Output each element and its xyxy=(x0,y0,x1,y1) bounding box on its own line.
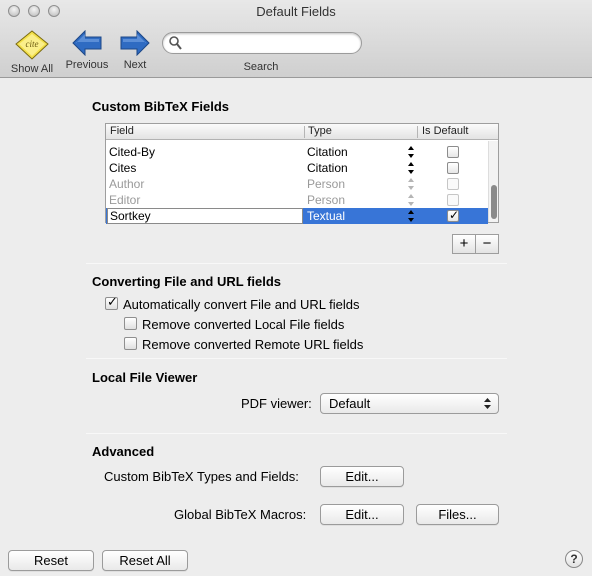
pdf-viewer-label: PDF viewer: xyxy=(241,396,312,411)
popup-arrows-icon xyxy=(484,398,491,409)
macros-label: Global BibTeX Macros: xyxy=(174,507,307,522)
table-row-selected[interactable]: Sortkey Textual xyxy=(106,208,488,224)
add-field-button[interactable]: + xyxy=(452,234,476,254)
help-button[interactable]: ? xyxy=(565,550,583,568)
show-all-label: Show All xyxy=(10,63,54,75)
table-row: Editor Person xyxy=(106,192,488,208)
cite-badge-icon: cite xyxy=(15,30,49,60)
pdf-viewer-value: Default xyxy=(329,396,371,411)
is-default-checkbox xyxy=(447,194,459,206)
toolbar: Default Fields cite Show All Previous Ne… xyxy=(0,0,592,78)
type-stepper-icon xyxy=(408,194,414,206)
preferences-window: Default Fields cite Show All Previous Ne… xyxy=(0,0,592,576)
table-scrollbar[interactable] xyxy=(488,141,498,222)
svg-text:cite: cite xyxy=(26,39,39,49)
custom-fields-heading: Custom BibTeX Fields xyxy=(92,99,229,114)
field-type: Citation xyxy=(307,145,348,159)
is-default-checkbox[interactable] xyxy=(447,146,459,158)
remove-remote-label[interactable]: Remove converted Remote URL fields xyxy=(142,337,363,352)
table-row[interactable]: Cited-By Citation xyxy=(106,144,488,160)
field-name: Cited-By xyxy=(109,145,156,159)
type-stepper-icon[interactable] xyxy=(408,210,414,222)
edit-macros-button[interactable]: Edit... xyxy=(320,504,404,525)
custom-types-label: Custom BibTeX Types and Fields: xyxy=(104,469,299,484)
table-row-clipped xyxy=(106,136,488,141)
field-type: Citation xyxy=(307,161,348,175)
previous-button[interactable]: Previous xyxy=(63,30,111,71)
is-default-checkbox[interactable] xyxy=(447,162,459,174)
advanced-heading: Advanced xyxy=(92,444,155,459)
field-type: Textual xyxy=(307,209,346,223)
type-stepper-icon[interactable] xyxy=(408,146,414,158)
remove-local-checkbox[interactable] xyxy=(124,317,137,330)
pdf-viewer-select[interactable]: Default xyxy=(320,393,499,414)
table-row[interactable]: Cites Citation xyxy=(106,160,488,176)
scrollbar-thumb[interactable] xyxy=(491,185,497,219)
is-default-checkbox[interactable] xyxy=(447,208,459,222)
field-name: Author xyxy=(109,177,145,191)
remove-remote-checkbox[interactable] xyxy=(124,337,137,350)
section-divider xyxy=(86,358,507,359)
files-button[interactable]: Files... xyxy=(416,504,499,525)
search-label: Search xyxy=(243,61,279,73)
previous-label: Previous xyxy=(65,59,109,71)
arrow-left-icon xyxy=(72,30,102,56)
section-divider xyxy=(86,433,507,434)
converting-heading: Converting File and URL fields xyxy=(92,274,282,289)
search-input[interactable] xyxy=(185,35,355,51)
remove-field-button[interactable]: − xyxy=(475,234,499,254)
reset-all-button[interactable]: Reset All xyxy=(102,550,188,571)
next-button[interactable]: Next xyxy=(115,30,155,71)
custom-fields-table[interactable]: Field Type Is Default Cited-By Citation … xyxy=(105,123,499,224)
section-divider xyxy=(86,263,507,264)
is-default-checkbox xyxy=(447,178,459,190)
table-row: Author Person xyxy=(106,176,488,192)
type-stepper-icon[interactable] xyxy=(408,162,414,174)
viewer-heading: Local File Viewer xyxy=(92,370,198,385)
show-all-button[interactable]: cite Show All xyxy=(6,30,58,75)
edit-types-button[interactable]: Edit... xyxy=(320,466,404,487)
field-name: Editor xyxy=(109,193,141,207)
field-type: Person xyxy=(307,193,346,207)
field-name: Cites xyxy=(109,161,137,175)
field-type: Person xyxy=(307,177,346,191)
type-stepper-icon xyxy=(408,178,414,190)
search-field[interactable] xyxy=(162,32,362,54)
auto-convert-checkbox[interactable] xyxy=(105,295,118,310)
remove-local-label[interactable]: Remove converted Local File fields xyxy=(142,317,344,332)
window-title: Default Fields xyxy=(256,4,336,19)
field-name-editor[interactable]: Sortkey xyxy=(107,208,303,224)
auto-convert-label[interactable]: Automatically convert File and URL field… xyxy=(123,297,360,312)
reset-button[interactable]: Reset xyxy=(8,550,94,571)
arrow-right-icon xyxy=(120,30,150,56)
next-label: Next xyxy=(123,59,147,71)
search-icon xyxy=(169,36,182,50)
